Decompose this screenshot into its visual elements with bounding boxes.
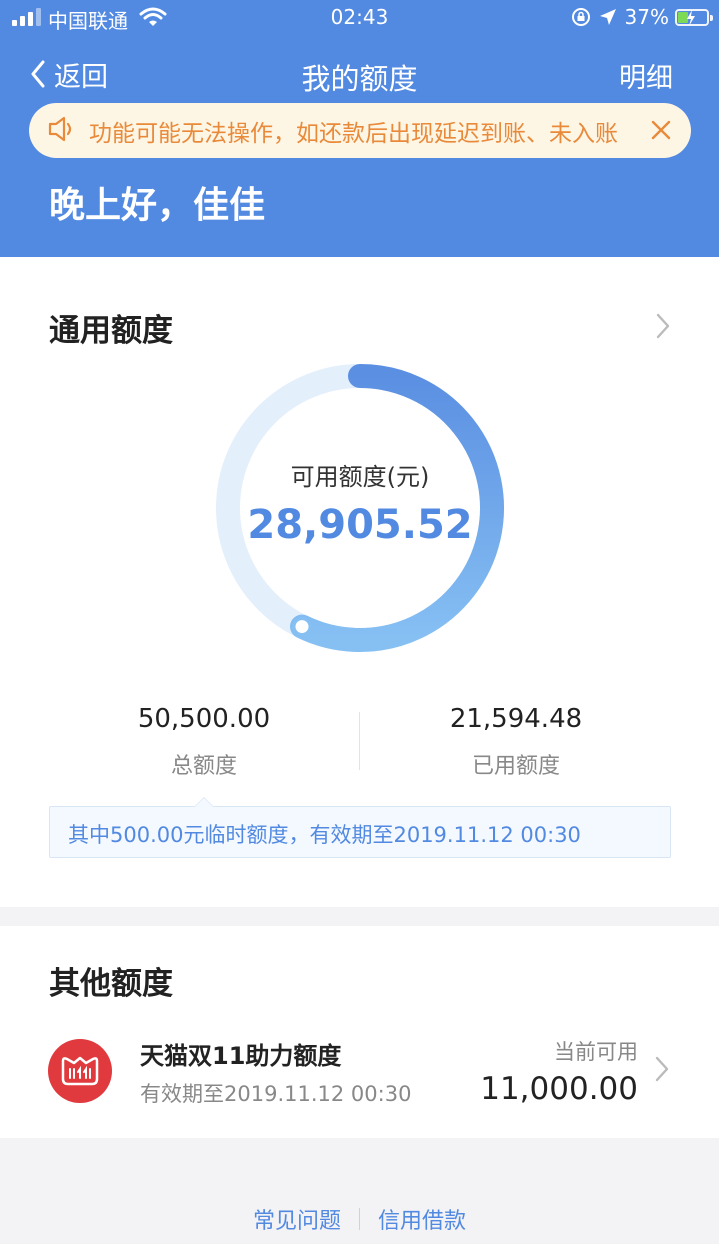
- battery-percent: 37%: [624, 5, 669, 29]
- available-credit-label: 可用额度(元): [290, 463, 430, 491]
- page-title: 我的额度: [301, 62, 418, 96]
- other-credit-name: 天猫双11助力额度: [140, 1042, 342, 1070]
- total-credit-label: 总额度: [170, 754, 237, 779]
- location-icon: [599, 8, 617, 26]
- status-bar: 中国联通 02:43 37%: [0, 0, 719, 36]
- speaker-icon: [47, 115, 77, 147]
- tmall-double11-icon: [48, 1039, 112, 1103]
- used-credit-value: 21,594.48: [449, 704, 583, 734]
- footer-links: 常见问题 信用借款: [0, 1203, 719, 1235]
- other-credit-card: 其他额度 天猫双11助力额度 有效期至2019.11.12 00:30 当前可用…: [0, 926, 719, 1138]
- notice-text: 功能可能无法操作，如还款后出现延迟到账、未入账: [89, 120, 618, 147]
- other-credit-validity: 有效期至2019.11.12 00:30: [140, 1082, 412, 1106]
- credit-loan-link[interactable]: 信用借款: [378, 1203, 466, 1235]
- used-credit: 21,594.48 已用额度: [366, 704, 666, 780]
- chevron-right-icon[interactable]: [654, 1055, 670, 1083]
- detail-button[interactable]: 明细: [619, 56, 673, 95]
- temp-credit-tip-text: 其中500.00元临时额度，有效期至2019.11.12 00:30: [68, 823, 581, 847]
- temp-credit-tip: 其中500.00元临时额度，有效期至2019.11.12 00:30: [49, 797, 671, 858]
- other-credit-title: 其他额度: [49, 966, 173, 1002]
- stat-divider: [359, 712, 360, 770]
- footer-divider: [359, 1208, 360, 1230]
- available-credit-value: 28,905.52: [247, 502, 473, 548]
- total-credit: 50,500.00 总额度: [54, 704, 354, 780]
- total-credit-value: 50,500.00: [137, 704, 271, 734]
- greeting: 晚上好，佳佳: [49, 185, 266, 226]
- chevron-right-icon: [656, 313, 670, 339]
- header: 中国联通 02:43 37% 返回 我的额度 明细 功能可能无法操作，如还款后出…: [0, 0, 719, 257]
- battery-icon: [675, 8, 713, 26]
- other-available-label: 当前可用: [554, 1040, 638, 1064]
- general-credit-title: 通用额度: [49, 313, 173, 349]
- used-credit-label: 已用额度: [471, 754, 560, 779]
- rotation-lock-icon: [571, 7, 591, 27]
- close-icon[interactable]: [651, 120, 671, 144]
- other-available-value: 11,000.00: [480, 1071, 638, 1107]
- general-credit-card[interactable]: 通用额度 可用额度(元) 28,905.52 50,500.00 总额度 21,…: [0, 257, 719, 907]
- faq-link[interactable]: 常见问题: [253, 1203, 341, 1235]
- notice-banner: 功能可能无法操作，如还款后出现延迟到账、未入账: [29, 103, 691, 158]
